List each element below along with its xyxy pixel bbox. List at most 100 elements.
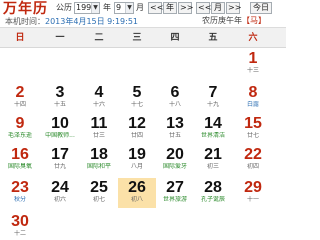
weekday-sat: 六 — [248, 33, 258, 43]
prev-year-button[interactable]: << — [148, 2, 163, 14]
next-year-button[interactable]: >> — [178, 2, 193, 14]
lunar-year-text: 农历庚午年 — [202, 16, 242, 25]
day-number: 21 — [204, 146, 222, 163]
weekday-wed: 三 — [132, 33, 142, 43]
year-select-arrow-icon: ▼ — [91, 3, 99, 13]
day-cell[interactable]: 6 十八 — [156, 83, 194, 113]
day-cell[interactable]: 3 十五 — [41, 83, 79, 113]
day-cell[interactable]: 2 十四 — [1, 83, 39, 113]
day-subtext: 十一 — [246, 196, 259, 203]
day-subtext: 国际和平 — [86, 163, 111, 170]
day-subtext: 十三 — [246, 67, 259, 74]
day-cell[interactable]: 9 毛泽东逝 — [1, 114, 39, 144]
weekday-mon: 一 — [55, 33, 65, 43]
today-day-cell[interactable]: 26 初八 — [118, 178, 156, 208]
day-cell[interactable]: 7 十九 — [194, 83, 232, 113]
day-cell[interactable]: 24 初六 — [41, 178, 79, 208]
day-cell[interactable]: 8 白露 — [234, 83, 272, 113]
day-cell[interactable]: 11 廿三 — [80, 114, 118, 144]
day-number: 11 — [90, 115, 108, 132]
day-number: 29 — [244, 179, 262, 196]
day-cell[interactable]: 1 十三 — [234, 49, 272, 79]
day-subtext: 世界清洁 — [200, 132, 225, 139]
day-subtext: 十四 — [13, 101, 26, 108]
day-subtext: 白露 — [246, 101, 259, 108]
day-cell[interactable]: 23 秋分 — [1, 178, 39, 208]
day-cell[interactable]: 16 国际臭氧 — [1, 145, 39, 175]
day-number: 24 — [51, 179, 69, 196]
day-cell[interactable]: 13 廿五 — [156, 114, 194, 144]
weekday-tue: 二 — [94, 33, 104, 43]
day-number: 9 — [15, 115, 25, 132]
day-subtext: 廿四 — [130, 132, 143, 139]
day-cell[interactable]: 12 廿四 — [118, 114, 156, 144]
today-button[interactable]: 今日 — [250, 2, 272, 14]
day-cell[interactable]: 14 世界清洁 — [194, 114, 232, 144]
day-number: 6 — [170, 84, 180, 101]
day-subtext: 十九 — [206, 101, 219, 108]
day-number: 5 — [132, 84, 142, 101]
weekday-fri: 五 — [208, 33, 218, 43]
day-cell[interactable]: 5 十七 — [118, 83, 156, 113]
day-number: 14 — [204, 115, 222, 132]
day-cell[interactable]: 10 中国教师... — [41, 114, 79, 144]
year-unit-label: 年 — [103, 3, 111, 12]
day-cell[interactable]: 19 八月 — [118, 145, 156, 175]
day-number: 12 — [128, 115, 146, 132]
next-month-button[interactable]: >> — [226, 2, 241, 14]
local-time-label: 本机时间： — [5, 17, 45, 26]
day-cell[interactable]: 4 十六 — [80, 83, 118, 113]
day-number: 20 — [166, 146, 184, 163]
day-subtext: 廿九 — [53, 163, 66, 170]
day-subtext: 初三 — [206, 163, 219, 170]
month-nav-button[interactable]: 月 — [211, 2, 225, 14]
day-number: 16 — [11, 146, 29, 163]
month-select-arrow-icon: ▼ — [125, 3, 133, 13]
prev-month-button[interactable]: << — [196, 2, 211, 14]
month-select[interactable]: 9 ▼ — [114, 2, 134, 14]
day-subtext: 十二 — [13, 230, 26, 237]
day-subtext: 国际爱牙 — [162, 163, 187, 170]
year-nav-button[interactable]: 年 — [163, 2, 177, 14]
day-number: 26 — [128, 179, 146, 196]
day-number: 3 — [55, 84, 65, 101]
day-number: 8 — [248, 84, 258, 101]
day-number: 23 — [11, 179, 29, 196]
day-cell[interactable]: 25 初七 — [80, 178, 118, 208]
day-cell[interactable]: 20 国际爱牙 — [156, 145, 194, 175]
day-number: 4 — [94, 84, 104, 101]
day-cell[interactable]: 21 初三 — [194, 145, 232, 175]
zodiac-label: 【马】 — [242, 16, 266, 25]
weekday-header: 日 一 二 三 四 五 六 — [0, 27, 286, 48]
day-number: 7 — [208, 84, 218, 101]
day-subtext: 毛泽东逝 — [7, 132, 32, 139]
day-number: 27 — [166, 179, 184, 196]
day-cell[interactable]: 28 孔子诞辰 — [194, 178, 232, 208]
day-number: 22 — [244, 146, 262, 163]
day-subtext: 八月 — [130, 163, 143, 170]
app-title: 万年历 — [3, 1, 48, 17]
day-subtext: 秋分 — [13, 196, 26, 203]
day-number: 2 — [15, 84, 25, 101]
day-subtext: 国际臭氧 — [7, 163, 32, 170]
year-select[interactable]: 1990 ▼ — [74, 2, 100, 14]
day-cell[interactable]: 29 十一 — [234, 178, 272, 208]
day-subtext: 十七 — [130, 101, 143, 108]
day-number: 30 — [11, 213, 29, 230]
day-subtext: 世界旅游 — [162, 196, 187, 203]
day-number: 15 — [244, 115, 262, 132]
day-cell[interactable]: 27 世界旅游 — [156, 178, 194, 208]
day-cell[interactable]: 30 十二 — [1, 212, 39, 240]
day-subtext: 孔子诞辰 — [200, 196, 225, 203]
weekday-sun: 日 — [15, 33, 25, 43]
day-subtext: 十五 — [53, 101, 66, 108]
day-cell[interactable]: 18 国际和平 — [80, 145, 118, 175]
day-subtext: 初七 — [92, 196, 105, 203]
day-number: 28 — [204, 179, 222, 196]
day-cell[interactable]: 22 初四 — [234, 145, 272, 175]
lunar-year-info: 农历庚午年【马】 — [202, 15, 266, 26]
day-cell[interactable]: 15 廿七 — [234, 114, 272, 144]
day-number: 25 — [90, 179, 108, 196]
day-cell[interactable]: 17 廿九 — [41, 145, 79, 175]
day-subtext: 中国教师... — [45, 132, 75, 139]
